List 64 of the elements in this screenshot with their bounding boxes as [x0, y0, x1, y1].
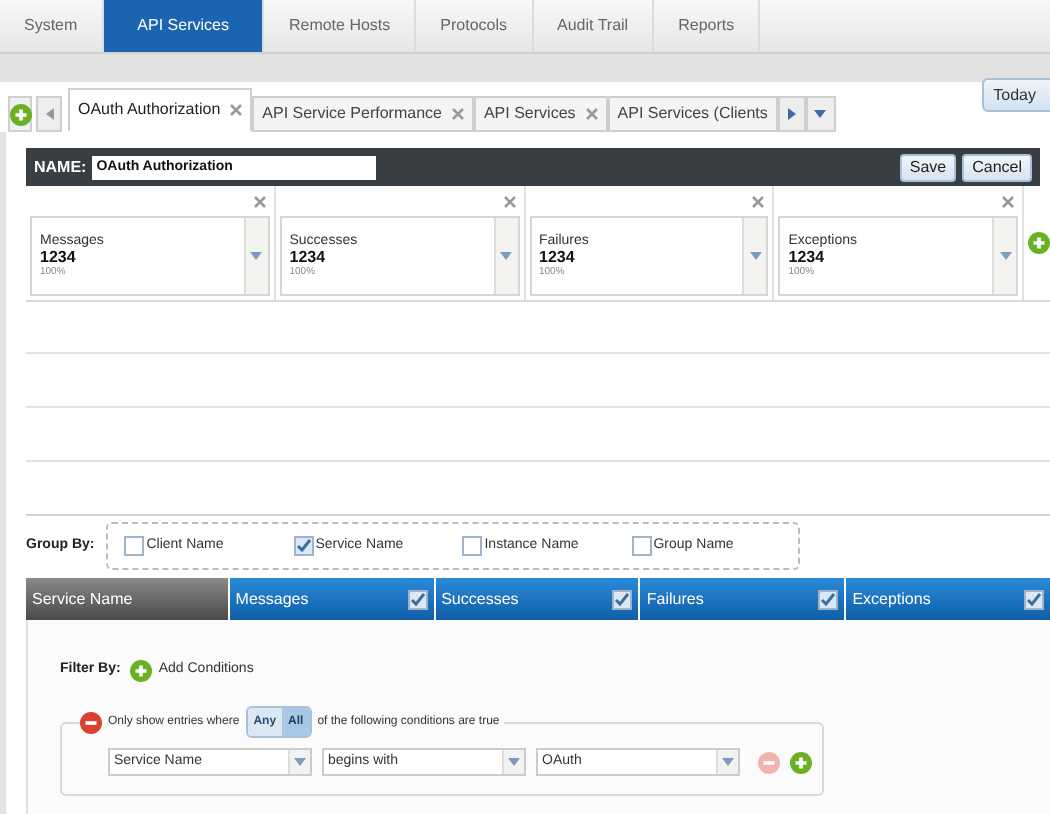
dashboard-tab[interactable]: API Services (Clients [607, 96, 778, 132]
caret-icon [500, 252, 512, 260]
metric-dropdown-button[interactable] [243, 218, 268, 294]
add-icon[interactable] [130, 660, 153, 682]
nav-tab[interactable]: Protocols [416, 0, 534, 52]
column-header[interactable]: Service Name [26, 578, 228, 620]
nav-tab[interactable]: Remote Hosts [264, 0, 417, 52]
name-bar-button[interactable]: Cancel [962, 153, 1032, 181]
add-condition-icon[interactable] [790, 751, 812, 773]
caret-icon [999, 252, 1011, 260]
metric-value: 1234 [289, 249, 328, 265]
caret-icon [250, 252, 263, 260]
checkbox[interactable] [124, 536, 145, 556]
metric-value: 1234 [788, 249, 827, 265]
metric-value: 1234 [539, 249, 577, 265]
scroll-right-button[interactable] [777, 96, 806, 132]
dashboard-tab[interactable]: API Service Performance [252, 96, 474, 132]
metric-value: 1234 [40, 249, 78, 265]
dashboard-tab[interactable]: OAuth Authorization [68, 88, 253, 132]
caret-icon [722, 758, 734, 766]
nav-tab[interactable]: API Services [103, 0, 265, 52]
add-tab-icon[interactable] [9, 103, 31, 125]
close-icon[interactable] [1002, 195, 1014, 207]
left-arrow-icon [45, 108, 53, 120]
column-header[interactable]: Messages [229, 578, 434, 620]
close-icon[interactable] [752, 195, 765, 207]
column-checkbox[interactable] [818, 589, 839, 609]
checkbox[interactable] [293, 536, 314, 556]
metric-dropdown-button[interactable] [992, 218, 1016, 294]
right-arrow-icon [787, 108, 796, 120]
name-bar-button[interactable]: Save [899, 153, 957, 181]
close-icon[interactable] [585, 108, 598, 120]
tab-label: API Services (Clients [617, 102, 768, 126]
caret-icon [508, 758, 520, 766]
tab-label: OAuth Authorization [78, 98, 221, 122]
add-metric-icon[interactable] [1028, 232, 1050, 254]
close-icon[interactable] [451, 108, 464, 120]
column-checkbox[interactable] [1023, 589, 1044, 609]
caret-icon [294, 758, 306, 766]
remove-condition-icon[interactable] [758, 751, 780, 773]
remove-group-icon[interactable] [80, 711, 102, 733]
close-icon[interactable] [253, 195, 266, 207]
dashboard-tab[interactable]: API Services [473, 96, 608, 132]
metric-dropdown-button[interactable] [493, 218, 517, 294]
column-checkbox[interactable] [612, 589, 633, 609]
caret-icon [814, 110, 827, 118]
column-checkbox[interactable] [407, 589, 428, 609]
date-range-button[interactable]: Today [981, 78, 1050, 112]
close-icon[interactable] [230, 104, 243, 116]
name-label: NAME: [34, 155, 87, 179]
nav-tab[interactable]: Audit Trail [533, 0, 655, 52]
column-header[interactable]: Successes [435, 578, 639, 620]
tab-menu-button[interactable] [805, 96, 836, 132]
nav-tab[interactable]: Reports [654, 0, 761, 52]
scroll-left-button[interactable] [36, 96, 62, 132]
close-icon[interactable] [503, 195, 515, 207]
tab-label: API Service Performance [262, 102, 442, 126]
column-header[interactable]: Failures [640, 578, 845, 620]
caret-icon [749, 252, 762, 260]
checkbox[interactable] [631, 536, 652, 556]
metric-dropdown-button[interactable] [742, 218, 767, 294]
column-header[interactable]: Exceptions [846, 578, 1050, 620]
tab-label: API Services [483, 102, 576, 126]
checkbox[interactable] [462, 536, 483, 556]
